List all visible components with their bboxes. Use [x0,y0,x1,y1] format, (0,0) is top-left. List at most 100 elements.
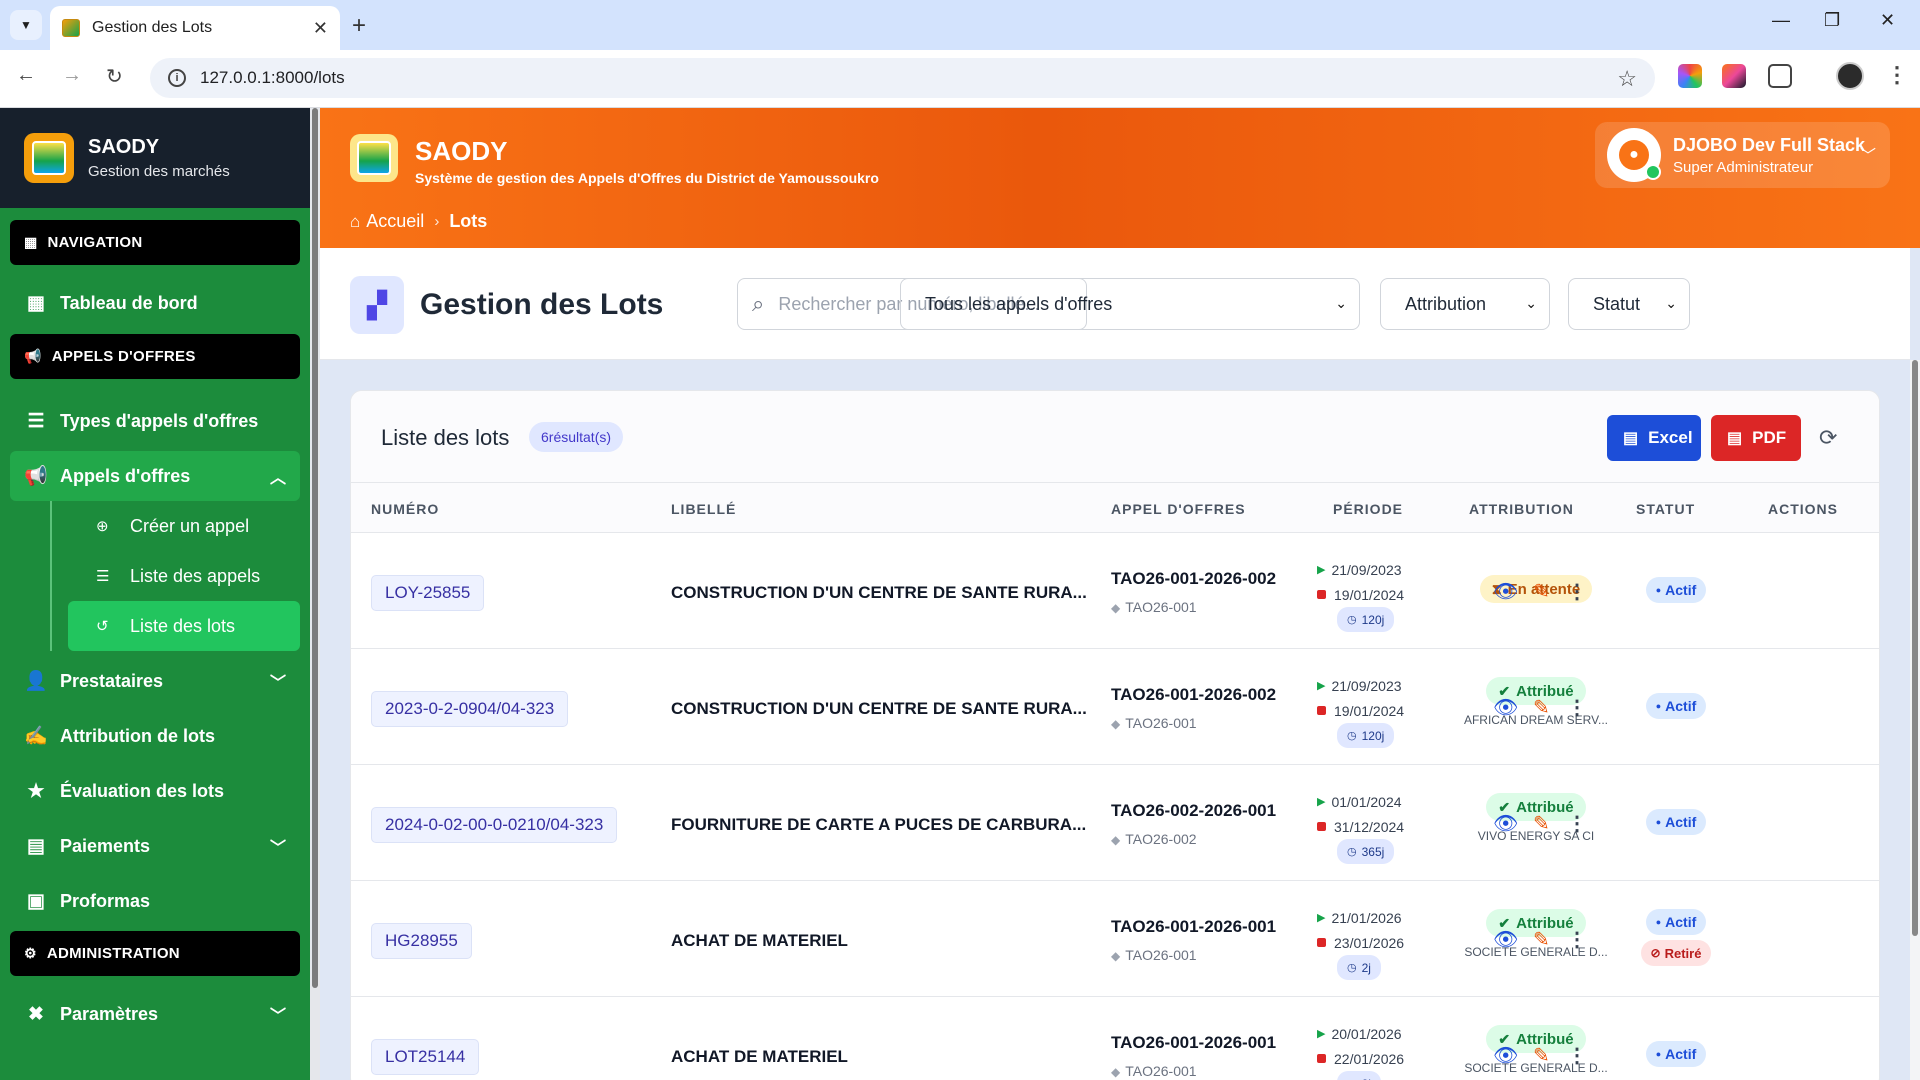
signature-icon: ✍ [24,726,48,747]
bookmark-star-icon[interactable]: ☆ [1617,66,1637,92]
forward-button[interactable]: → [62,64,82,87]
col-statut: STATUT [1636,501,1696,517]
refresh-icon[interactable]: ⟳ [1819,425,1837,451]
brand-name: SAODY [88,136,160,158]
clock-icon: ◷ [1347,730,1357,742]
sidebar-item-types[interactable]: ☰ Types d'appels d'offres [10,395,300,447]
breadcrumb-current: Lots [449,211,488,231]
col-numero: NUMÉRO [371,501,440,517]
period-start: 21/09/2023 [1331,677,1402,694]
lot-number-link[interactable]: HG28955 [371,923,472,959]
table-row[interactable]: 2023-0-2-0904/04-323 CONSTRUCTION D'UN CE… [351,649,1879,765]
site-info-icon[interactable]: i [168,69,186,87]
chevron-down-icon: ⌄ [1665,295,1677,311]
more-vertical-icon[interactable]: ⋮ [1567,927,1587,952]
edit-icon[interactable]: ✎ [1533,811,1550,836]
more-vertical-icon[interactable]: ⋮ [1567,579,1587,604]
view-eye-icon[interactable]: 👁 [1493,1043,1518,1068]
extensions-puzzle-icon[interactable] [1768,64,1792,88]
sidebar-item-paiements[interactable]: ▤ Paiements ﹀ [10,820,300,872]
browser-tab[interactable]: Gestion des Lots ✕ [50,6,340,50]
close-tab-icon[interactable]: ✕ [313,18,328,39]
lot-number-link[interactable]: 2024-0-02-00-0-0210/04-323 [371,807,618,843]
reload-button[interactable]: ↻ [106,64,123,89]
view-eye-icon[interactable]: 👁 [1493,695,1518,720]
new-tab-button[interactable]: + [352,12,366,40]
sidebar-scrollbar[interactable] [310,108,320,1080]
period-start: 01/01/2024 [1331,793,1402,810]
sidebar-item-creer[interactable]: ⊕ Créer un appel [68,501,300,551]
sidebar-brand: SAODY Gestion des marchés [0,108,310,208]
export-excel-button[interactable]: ▤ Excel [1607,415,1701,461]
lot-number-link[interactable]: LOT25144 [371,1039,480,1075]
more-vertical-icon[interactable]: ⋮ [1567,695,1587,720]
ban-icon: ⊘ [1650,946,1661,960]
view-eye-icon[interactable]: 👁 [1493,811,1518,836]
col-libelle: LIBELLÉ [671,501,737,517]
breadcrumb-home[interactable]: Accueil [366,211,424,232]
more-vertical-icon[interactable]: ⋮ [1567,811,1587,836]
breadcrumb: ⌂ Accueil › Lots [350,211,487,232]
period-cell: ▶ 01/01/2024 31/12/2024 ◷ 365j [1317,789,1404,864]
col-attribution: ATTRIBUTION [1469,501,1574,517]
browser-tabstrip: ▼ Gestion des Lots ✕ + — ❐ ✕ [0,0,1920,50]
restore-button[interactable]: ❐ [1824,10,1840,31]
section-navigation: ▦ NAVIGATION [10,220,300,265]
chevron-down-icon: ⌄ [1525,295,1537,311]
appel-offres-ref: TAO26-001-2026-001 [1111,1033,1277,1052]
play-icon: ▶ [1317,1028,1326,1040]
tab-search-button[interactable]: ▼ [10,10,42,40]
table-body: LOY-25855 CONSTRUCTION D'UN CENTRE DE SAN… [351,533,1879,1080]
period-end: 19/01/2024 [1334,702,1405,719]
export-pdf-button[interactable]: ▤ PDF [1711,415,1801,461]
sidebar-item-prestataires[interactable]: 👤 Prestataires ﹀ [10,655,300,707]
address-bar[interactable]: i 127.0.0.1:8000/lots ☆ [150,58,1655,98]
sidebar-item-parametres[interactable]: ✖ Paramètres ﹀ [10,988,300,1040]
browser-menu-icon[interactable]: ⋮ [1886,62,1908,88]
edit-icon[interactable]: ✎ [1533,695,1550,720]
period-start: 21/01/2026 [1331,909,1402,926]
stop-icon [1317,822,1326,831]
sidebar-item-liste-appels[interactable]: ☰ Liste des appels [68,551,300,601]
minimize-button[interactable]: — [1772,10,1790,31]
table-row[interactable]: HG28955 ACHAT DE MATERIEL TAO26-001-2026-0… [351,881,1879,997]
table-row[interactable]: 2024-0-02-00-0-0210/04-323 FOURNITURE DE … [351,765,1879,881]
more-vertical-icon[interactable]: ⋮ [1567,1043,1587,1068]
edit-icon[interactable]: ✎ [1533,1043,1550,1068]
edit-icon[interactable]: ✎ [1533,927,1550,952]
period-cell: ▶ 21/01/2026 23/01/2026 ◷ 2j [1317,905,1404,980]
statut-cell: ● Actif [1631,809,1721,835]
period-end: 23/01/2026 [1334,934,1405,951]
sidebar-item-evaluation[interactable]: ★ Évaluation des lots [10,765,300,817]
filter-attribution-select[interactable]: Attribution ⌄ [1380,278,1550,330]
lot-number-link[interactable]: LOY-25855 [371,575,485,611]
profile-avatar[interactable] [1836,62,1864,90]
filter-statut-select[interactable]: Statut ⌄ [1568,278,1690,330]
chevron-down-icon: ﹀ [1859,148,1876,165]
sidebar-item-appels[interactable]: 📢 Appels d'offres ︿ [10,451,300,501]
period-end: 31/12/2024 [1334,818,1405,835]
extension-icon[interactable] [1678,64,1702,88]
back-button[interactable]: ← [16,64,36,87]
status-badge: ● Actif [1645,809,1707,835]
view-eye-icon[interactable]: 👁 [1493,927,1518,952]
content-scrollbar[interactable] [1910,360,1920,1080]
extension-icon[interactable] [1722,64,1746,88]
table-row[interactable]: LOY-25855 CONSTRUCTION D'UN CENTRE DE SAN… [351,533,1879,649]
play-icon: ▶ [1317,680,1326,692]
sidebar-item-dashboard[interactable]: ▦ Tableau de bord [10,277,300,329]
list-icon: ☰ [96,568,110,585]
duration-badge: ◷ 365j [1337,839,1395,864]
lot-libelle: CONSTRUCTION D'UN CENTRE DE SANTE RURA..… [671,699,1087,718]
filter-appels-select[interactable]: Tous les appels d'offres ⌄ [900,278,1360,330]
table-row[interactable]: LOT25144 ACHAT DE MATERIEL TAO26-001-2026-… [351,997,1879,1080]
brand-subtitle: Gestion des marchés [88,163,230,180]
close-window-button[interactable]: ✕ [1880,10,1895,31]
sidebar-item-proformas[interactable]: ▣ Proformas [10,875,300,927]
sidebar-item-attribution[interactable]: ✍ Attribution de lots [10,710,300,762]
edit-icon[interactable]: ✎ [1533,579,1550,604]
sidebar-item-liste-lots[interactable]: ↺ Liste des lots [68,601,300,651]
view-eye-icon[interactable]: 👁 [1493,579,1518,604]
lot-number-link[interactable]: 2023-0-2-0904/04-323 [371,691,569,727]
user-menu[interactable]: ● DJOBO Dev Full Stack Super Administrat… [1595,122,1890,188]
